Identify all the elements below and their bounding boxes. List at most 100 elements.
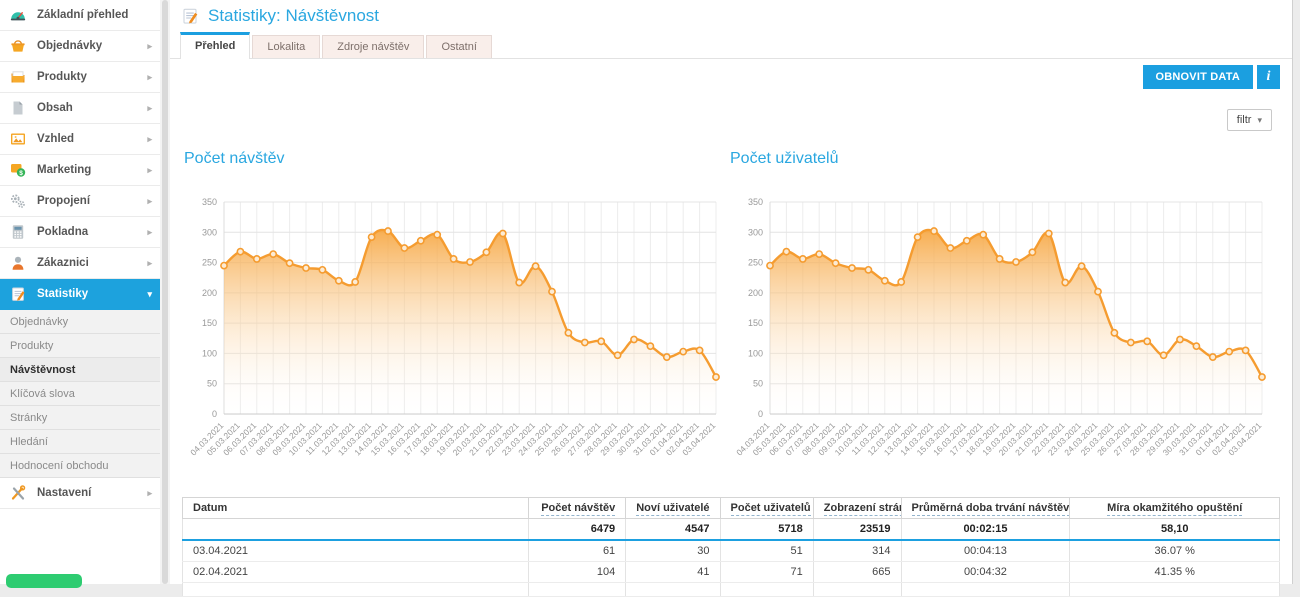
col-header-label: Průměrná doba trvání návštěvy — [912, 502, 1070, 516]
sidebar-item-produkty[interactable]: Produkty — [0, 334, 160, 358]
chart-title: Počet návštěv — [184, 150, 728, 168]
svg-text:300: 300 — [202, 227, 217, 237]
table-cell — [901, 583, 1070, 597]
table-cell: 51 — [720, 540, 813, 562]
table-cell: 104 — [528, 562, 626, 583]
svg-text:100: 100 — [202, 348, 217, 358]
chevron-right-icon: ▸ — [147, 134, 152, 145]
filter-label: filtr — [1237, 114, 1252, 126]
chart-title: Počet uživatelů — [730, 150, 1274, 168]
sidebar: Základní přehledObjednávky▸Produkty▸Obsa… — [0, 0, 160, 584]
sidebar-item-label: Klíčová slova — [10, 388, 75, 400]
svg-text:50: 50 — [207, 379, 217, 389]
tab-lokalita[interactable]: Lokalita — [252, 35, 320, 58]
sidebar-item-statistiky[interactable]: Statistiky ▾ — [0, 279, 160, 310]
col-header-zobrazeni-stranek[interactable]: Zobrazení stránek — [813, 498, 901, 519]
chevron-down-icon: ▾ — [1257, 115, 1262, 126]
scrollbar-thumb[interactable] — [162, 0, 168, 584]
col-header-label: Zobrazení stránek — [824, 502, 901, 516]
chevron-right-icon: ▸ — [147, 258, 152, 269]
svg-text:350: 350 — [202, 197, 217, 207]
sidebar-item-stranky[interactable]: Stránky — [0, 406, 160, 430]
tab-zdroje-navstev[interactable]: Zdroje návštěv — [322, 35, 424, 58]
svg-text:$: $ — [19, 170, 23, 177]
table-cell: 5718 — [720, 519, 813, 541]
table-cell — [183, 583, 529, 597]
sidebar-item-navstevnost[interactable]: Návštěvnost — [0, 358, 160, 382]
col-header-label: Počet návštěv — [541, 502, 615, 516]
sidebar-item-zakladni-prehled[interactable]: Základní přehled — [0, 0, 160, 31]
sidebar-item-hodnoceni-obchodu[interactable]: Hodnocení obchodu — [0, 454, 160, 478]
page-title: Statistiky: Návštěvnost — [208, 6, 379, 26]
sidebar-item-propojeni[interactable]: Propojení▸ — [0, 186, 160, 217]
svg-text:0: 0 — [212, 409, 217, 419]
sidebar-item-pokladna[interactable]: Pokladna▸ — [0, 217, 160, 248]
col-header-mira-okamziteho-opusteni[interactable]: Míra okamžitého opuštění — [1070, 498, 1280, 519]
sidebar-item-label: Vzhled — [37, 133, 74, 145]
filter-dropdown[interactable]: filtr ▾ — [1227, 109, 1272, 131]
col-header-datum[interactable]: Datum — [183, 498, 529, 519]
image-icon — [9, 130, 27, 148]
chevron-right-icon: ▸ — [147, 41, 152, 52]
col-header-label: Datum — [193, 502, 227, 514]
table-cell: 41.35 % — [1070, 562, 1280, 583]
sidebar-item-label: Produkty — [37, 71, 87, 83]
col-header-prumerna-doba-trvani-navstevy[interactable]: Průměrná doba trvání návštěvy — [901, 498, 1070, 519]
sidebar-item-objednavky[interactable]: Objednávky▸ — [0, 31, 160, 62]
tab-ostatni[interactable]: Ostatní — [426, 35, 491, 58]
sidebar-item-label: Statistiky — [37, 288, 88, 300]
svg-text:200: 200 — [202, 288, 217, 298]
basket-icon — [9, 37, 27, 55]
tools-icon — [9, 484, 27, 502]
table-cell: 4547 — [626, 519, 720, 541]
folder-icon — [9, 68, 27, 86]
sidebar-item-marketing[interactable]: $Marketing▸ — [0, 155, 160, 186]
notepad-icon — [9, 285, 27, 303]
page-header: Statistiky: Návštěvnost — [170, 0, 1292, 30]
tab-strip: PřehledLokalitaZdroje návštěvOstatní — [170, 30, 1292, 59]
svg-text:350: 350 — [748, 197, 763, 207]
chevron-right-icon: ▸ — [147, 488, 152, 499]
sidebar-item-nastaveni[interactable]: Nastavení▸ — [0, 478, 160, 509]
sidebar-nav: Základní přehledObjednávky▸Produkty▸Obsa… — [0, 0, 160, 509]
sidebar-item-vzhled[interactable]: Vzhled ▸ — [0, 124, 160, 155]
sidebar-scrollbar[interactable] — [160, 0, 170, 584]
svg-text:200: 200 — [748, 288, 763, 298]
chevron-down-icon: ▾ — [147, 289, 152, 300]
table-cell: 00:02:15 — [901, 519, 1070, 541]
tab-prehled[interactable]: Přehled — [180, 32, 250, 59]
sidebar-item-label: Produkty — [10, 340, 53, 352]
sidebar-item-label: Stránky — [10, 412, 47, 424]
info-button[interactable]: i — [1257, 65, 1280, 89]
table-cell: 41 — [626, 562, 720, 583]
col-header-label: Noví uživatelé — [636, 502, 709, 516]
refresh-data-button[interactable]: OBNOVIT DATA — [1143, 65, 1254, 89]
sidebar-item-obsah[interactable]: Obsah▸ — [0, 93, 160, 124]
sidebar-item-zakaznici[interactable]: Zákaznici▸ — [0, 248, 160, 279]
svg-text:300: 300 — [748, 227, 763, 237]
sidebar-item-objednavky[interactable]: Objednávky — [0, 310, 160, 334]
statistics-page-icon — [180, 6, 200, 26]
svg-text:250: 250 — [748, 258, 763, 268]
sidebar-item-label: Objednávky — [10, 316, 68, 328]
svg-text:50: 50 — [753, 379, 763, 389]
col-header-label: Počet uživatelů — [731, 502, 811, 516]
sidebar-item-klicova-slova[interactable]: Klíčová slova — [0, 382, 160, 406]
sidebar-item-hledani[interactable]: Hledání — [0, 430, 160, 454]
table-cell — [626, 583, 720, 597]
col-header-pocet-uzivatelu[interactable]: Počet uživatelů — [720, 498, 813, 519]
gears-icon — [9, 192, 27, 210]
table-cell: 00:04:13 — [901, 540, 1070, 562]
table-cell — [813, 583, 901, 597]
person-icon — [9, 254, 27, 272]
table-cell: 36.07 % — [1070, 540, 1280, 562]
sidebar-bottom-button[interactable] — [6, 574, 82, 588]
charts-area: Počet návštěv05010015020025030035004.03.… — [182, 150, 1274, 458]
sidebar-item-produkty[interactable]: Produkty▸ — [0, 62, 160, 93]
col-header-pocet-navstev[interactable]: Počet návštěv — [528, 498, 626, 519]
sidebar-item-label: Základní přehled — [37, 9, 128, 21]
chart-canvas: 05010015020025030035004.03.202105.03.202… — [728, 192, 1274, 458]
table-row: 02.04.2021104417166500:04:3241.35 % — [183, 562, 1280, 583]
col-header-novi-uzivatele[interactable]: Noví uživatelé — [626, 498, 720, 519]
table-cell — [183, 519, 529, 541]
